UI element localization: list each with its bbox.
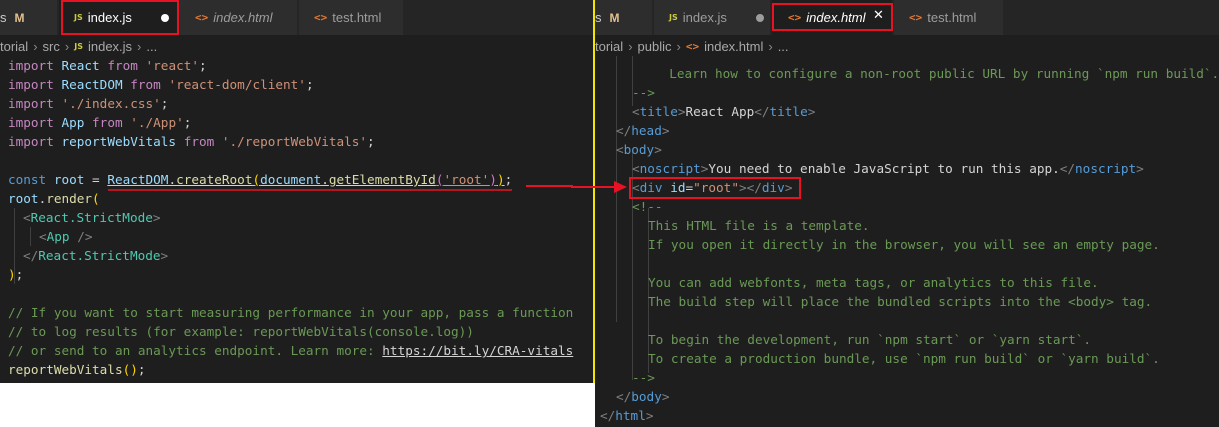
arrow-head	[614, 181, 627, 193]
arrow-annotation	[108, 181, 627, 193]
arrow-line	[526, 185, 616, 188]
